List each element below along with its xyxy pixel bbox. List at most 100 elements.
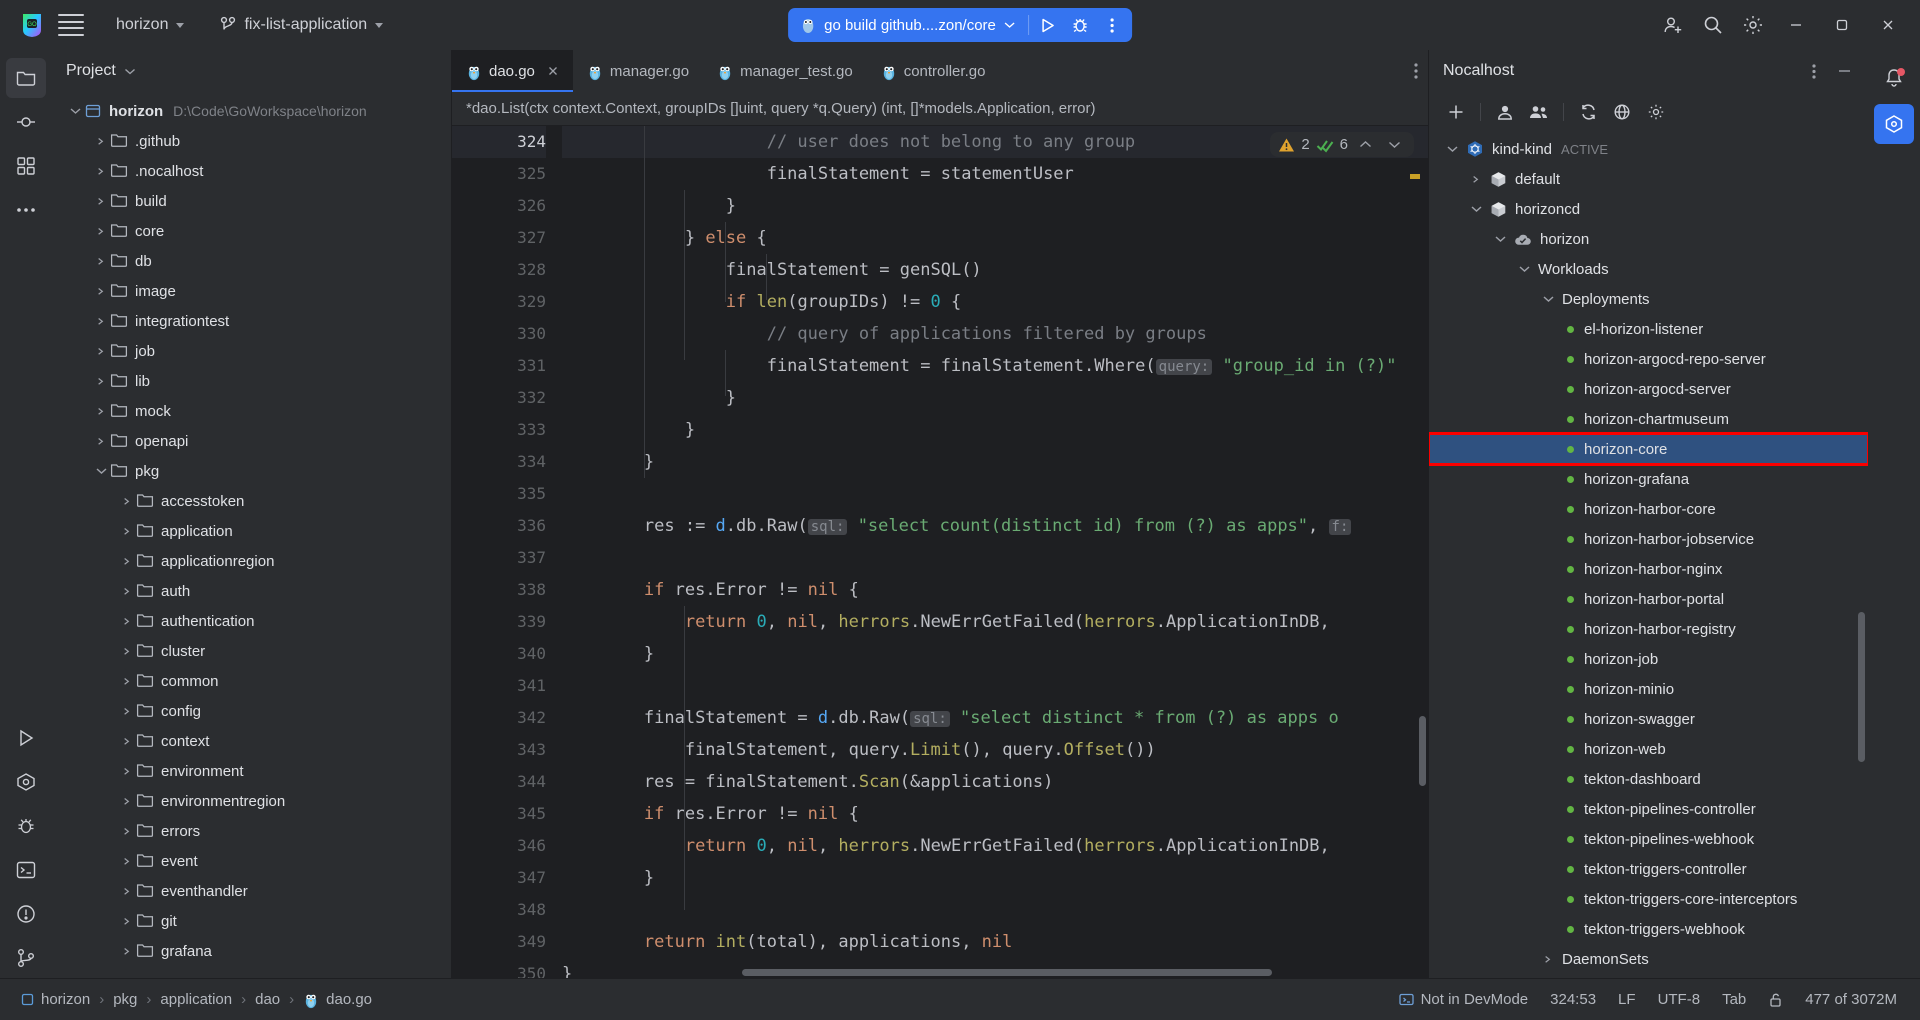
tree-item-environment[interactable]: environment xyxy=(52,756,451,786)
chevron-right-icon[interactable] xyxy=(118,552,136,570)
chevron-right-icon[interactable] xyxy=(118,912,136,930)
nocalhost-deployment-horizon-grafana[interactable]: horizon-grafana xyxy=(1429,464,1868,494)
tree-item-git[interactable]: git xyxy=(52,906,451,936)
chevron-down-icon[interactable] xyxy=(66,102,84,120)
tree-item-openapi[interactable]: openapi xyxy=(52,426,451,456)
nocalhost-deployment-horizon-minio[interactable]: horizon-minio xyxy=(1429,674,1868,704)
nocalhost-kind-daemonsets[interactable]: DaemonSets xyxy=(1429,944,1868,974)
code-line[interactable]: if res.Error != nil { xyxy=(562,798,1428,830)
editor-tab-manager-test-go[interactable]: manager_test.go xyxy=(703,50,867,92)
nocalhost-deployment-tekton-dashboard[interactable]: tekton-dashboard xyxy=(1429,764,1868,794)
code-line[interactable] xyxy=(562,894,1428,926)
code-line[interactable]: finalStatement = genSQL() xyxy=(562,254,1428,286)
structure-tool-icon[interactable] xyxy=(6,146,46,186)
tree-item-application[interactable]: application xyxy=(52,516,451,546)
nocalhost-namespace-horizoncd[interactable]: horizoncd xyxy=(1429,194,1868,224)
chevron-down-icon[interactable] xyxy=(1515,260,1533,278)
nocalhost-deployment-horizon-argocd-repo-server[interactable]: horizon-argocd-repo-server xyxy=(1429,344,1868,374)
code-line[interactable] xyxy=(562,478,1428,510)
editor-breadcrumb[interactable]: *dao.List(ctx context.Context, groupIDs … xyxy=(452,92,1428,126)
chevron-down-icon[interactable] xyxy=(124,67,136,76)
more-tools-icon[interactable] xyxy=(6,190,46,230)
tree-item-authentication[interactable]: authentication xyxy=(52,606,451,636)
nocalhost-scrollbar[interactable] xyxy=(1858,612,1865,762)
nocalhost-panel-icon[interactable] xyxy=(1874,104,1914,144)
nocalhost-deployment-horizon-chartmuseum[interactable]: horizon-chartmuseum xyxy=(1429,404,1868,434)
commit-tool-icon[interactable] xyxy=(6,102,46,142)
line-separator[interactable]: LF xyxy=(1609,987,1645,1012)
add-cluster-icon[interactable] xyxy=(1441,97,1471,127)
editor-vertical-scrollbar[interactable] xyxy=(1419,716,1426,786)
nocalhost-tree[interactable]: kind-kind ACTIVE default horizoncd horizon Wo… xyxy=(1429,132,1868,978)
code-line[interactable]: } xyxy=(562,382,1428,414)
tree-item-grafana[interactable]: grafana xyxy=(52,936,451,966)
chevron-right-icon[interactable] xyxy=(118,942,136,960)
nocalhost-app-horizon[interactable]: horizon xyxy=(1429,224,1868,254)
caret-position[interactable]: 324:53 xyxy=(1541,987,1605,1012)
tree-item-applicationregion[interactable]: applicationregion xyxy=(52,546,451,576)
chevron-right-icon[interactable] xyxy=(118,642,136,660)
nocalhost-group-workloads[interactable]: Workloads xyxy=(1429,254,1868,284)
tree-item-cluster[interactable]: cluster xyxy=(52,636,451,666)
tree-item-db[interactable]: db xyxy=(52,246,451,276)
problems-tool-icon[interactable] xyxy=(6,894,46,934)
code-line[interactable]: // query of applications filtered by gro… xyxy=(562,318,1428,350)
nocalhost-deployment-horizon-swagger[interactable]: horizon-swagger xyxy=(1429,704,1868,734)
breadcrumb-item-dao-go[interactable]: dao.go xyxy=(296,989,379,1011)
search-icon[interactable] xyxy=(1694,6,1732,44)
more-vertical-icon[interactable] xyxy=(1800,57,1828,85)
chevron-right-icon[interactable] xyxy=(118,882,136,900)
indent-setting[interactable]: Tab xyxy=(1713,987,1755,1012)
chevron-right-icon[interactable] xyxy=(92,252,110,270)
tree-item-errors[interactable]: errors xyxy=(52,816,451,846)
nocalhost-deployment-horizon-core[interactable]: horizon-core xyxy=(1429,432,1868,466)
breadcrumb-item-pkg[interactable]: pkg xyxy=(106,989,144,1010)
run-configuration-selector[interactable]: go build github....zon/core xyxy=(792,11,1025,39)
chevron-right-icon[interactable] xyxy=(118,792,136,810)
tree-item-auth[interactable]: auth xyxy=(52,576,451,606)
chevron-right-icon[interactable] xyxy=(92,222,110,240)
user-icon[interactable] xyxy=(1490,97,1520,127)
tree-item-context[interactable]: context xyxy=(52,726,451,756)
close-tab-icon[interactable] xyxy=(547,65,559,77)
tree-root-horizon[interactable]: horizon D:\Code\GoWorkspace\horizon xyxy=(52,96,451,126)
nocalhost-cluster-kind-kind[interactable]: kind-kind ACTIVE xyxy=(1429,134,1868,164)
chevron-right-icon[interactable] xyxy=(118,612,136,630)
chevron-right-icon[interactable] xyxy=(118,702,136,720)
chevron-right-icon[interactable] xyxy=(118,762,136,780)
code-line[interactable]: finalStatement = statementUser xyxy=(562,158,1428,190)
chevron-right-icon[interactable] xyxy=(92,282,110,300)
chevron-right-icon[interactable] xyxy=(92,162,110,180)
run-play-icon[interactable] xyxy=(1032,11,1064,39)
debug-tool-icon[interactable] xyxy=(6,806,46,846)
settings-gear-icon[interactable] xyxy=(1734,6,1772,44)
editor-horizontal-scrollbar[interactable] xyxy=(742,969,1272,976)
globe-icon[interactable] xyxy=(1607,97,1637,127)
chevron-right-icon[interactable] xyxy=(92,342,110,360)
version-control-tool-icon[interactable] xyxy=(6,938,46,978)
users-group-icon[interactable] xyxy=(1524,97,1554,127)
minimize-icon[interactable] xyxy=(1774,6,1818,44)
chevron-right-icon[interactable] xyxy=(118,732,136,750)
chevron-right-icon[interactable] xyxy=(118,852,136,870)
code-line[interactable] xyxy=(562,670,1428,702)
tree-item-event[interactable]: event xyxy=(52,846,451,876)
nocalhost-deployment-horizon-harbor-registry[interactable]: horizon-harbor-registry xyxy=(1429,614,1868,644)
code-line[interactable]: finalStatement, query.Limit(), query.Off… xyxy=(562,734,1428,766)
breadcrumb[interactable]: horizon › pkg › application › dao › dao.go xyxy=(14,989,379,1011)
code-line[interactable]: } xyxy=(562,638,1428,670)
tree-item-accesstoken[interactable]: accesstoken xyxy=(52,486,451,516)
minimize-panel-icon[interactable] xyxy=(1830,57,1858,85)
warning-triangle-icon[interactable] xyxy=(1278,137,1295,153)
chevron-down-icon[interactable] xyxy=(1539,290,1557,308)
readonly-toggle[interactable] xyxy=(1759,988,1792,1012)
breadcrumb-item-application[interactable]: application xyxy=(153,989,239,1010)
code-content[interactable]: // user does not belong to any group fin… xyxy=(562,126,1428,978)
nocalhost-deployment-tekton-pipelines-webhook[interactable]: tekton-pipelines-webhook xyxy=(1429,824,1868,854)
code-viewport[interactable]: 324 325 326 327 328 329 330 331 332 333 334 335 336 3… xyxy=(452,126,1428,978)
nocalhost-kind-deployments[interactable]: Deployments xyxy=(1429,284,1868,314)
branch-selector[interactable]: fix-list-application xyxy=(210,12,393,38)
chevron-right-icon[interactable] xyxy=(1539,950,1557,968)
hamburger-menu-icon[interactable] xyxy=(58,14,84,36)
settings-gear-icon[interactable] xyxy=(1641,97,1671,127)
